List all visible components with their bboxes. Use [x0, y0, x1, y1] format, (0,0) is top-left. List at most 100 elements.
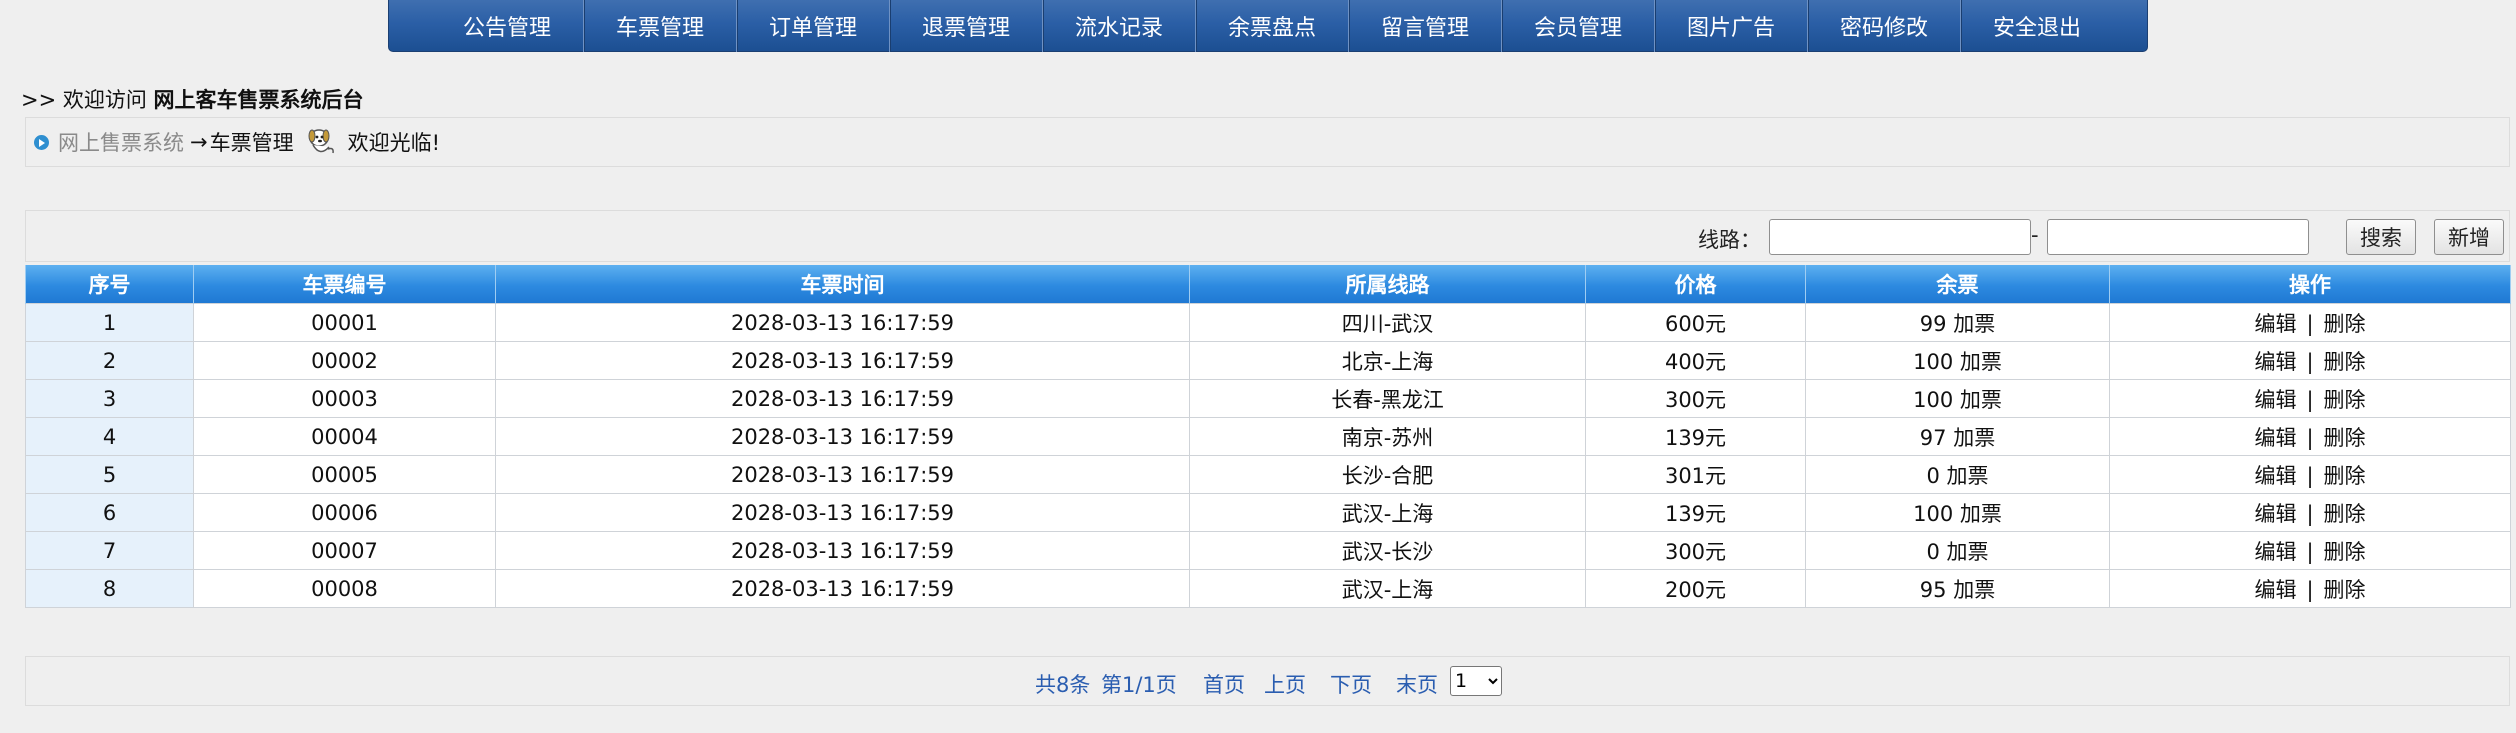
- nav-item[interactable]: 密码修改: [1808, 0, 1961, 52]
- breadcrumb-system-link[interactable]: 网上售票系统: [58, 127, 184, 157]
- edit-link[interactable]: 编辑: [2254, 502, 2296, 526]
- cell-price: 400元: [1585, 341, 1806, 380]
- add-button[interactable]: 新增: [2434, 219, 2504, 255]
- nav-item[interactable]: 公告管理: [431, 0, 584, 52]
- dog-icon: [304, 125, 338, 159]
- cell-no: 5: [25, 455, 194, 494]
- column-header: 操作: [2109, 265, 2511, 304]
- action-separator: |: [2306, 349, 2314, 374]
- edit-link[interactable]: 编辑: [2254, 464, 2296, 488]
- delete-link[interactable]: 删除: [2324, 426, 2366, 450]
- route-dash: -: [2031, 223, 2039, 247]
- page-indicator: 第1/1页: [1101, 673, 1177, 697]
- delete-link[interactable]: 删除: [2324, 578, 2366, 602]
- cell-time: 2028-03-13 16:17:59: [495, 417, 1190, 456]
- delete-link[interactable]: 删除: [2324, 388, 2366, 412]
- edit-link[interactable]: 编辑: [2254, 388, 2296, 412]
- table-row: 6 00006 2028-03-13 16:17:59 武汉-上海 139元 100 加票…: [25, 493, 2511, 532]
- cell-route: 四川-武汉: [1189, 303, 1586, 342]
- cell-time: 2028-03-13 16:17:59: [495, 531, 1190, 570]
- cell-time: 2028-03-13 16:17:59: [495, 379, 1190, 418]
- cell-no: 6: [25, 493, 194, 532]
- cell-route: 长春-黑龙江: [1189, 379, 1586, 418]
- ticket-table: 序号 车票编号 车票时间 所属线路 价格 余票 操作 1 00001 2028-03-13 16…: [25, 265, 2511, 608]
- action-separator: |: [2306, 387, 2314, 412]
- cell-route: 武汉-长沙: [1189, 531, 1586, 570]
- last-page-link[interactable]: 末页: [1396, 669, 1438, 699]
- cell-route: 南京-苏州: [1189, 417, 1586, 456]
- column-header: 余票: [1805, 265, 2110, 304]
- table-row: 8 00008 2028-03-13 16:17:59 武汉-上海 200元 95 加票编…: [25, 569, 2511, 608]
- nav-item[interactable]: 流水记录: [1043, 0, 1196, 52]
- delete-link[interactable]: 删除: [2324, 312, 2366, 336]
- cell-code: 00001: [193, 303, 496, 342]
- action-separator: |: [2306, 501, 2314, 526]
- delete-link[interactable]: 删除: [2324, 540, 2366, 564]
- cell-code: 00002: [193, 341, 496, 380]
- table-row: 5 00005 2028-03-13 16:17:59 长沙-合肥 301元 0 加票 编辑…: [25, 455, 2511, 494]
- nav-item[interactable]: 车票管理: [584, 0, 737, 52]
- cell-price: 139元: [1585, 493, 1806, 532]
- column-header: 车票时间: [495, 265, 1190, 304]
- cell-no: 7: [25, 531, 194, 570]
- cell-time: 2028-03-13 16:17:59: [495, 341, 1190, 380]
- table-row: 7 00007 2028-03-13 16:17:59 武汉-长沙 300元 0 加票 编辑…: [25, 531, 2511, 570]
- page-select[interactable]: 1: [1450, 666, 1502, 696]
- route-label: 线路：: [1698, 228, 1761, 252]
- delete-link[interactable]: 删除: [2324, 502, 2366, 526]
- system-title: 网上客车售票系统后台: [153, 88, 364, 112]
- search-button[interactable]: 搜索: [2346, 219, 2416, 255]
- cell-code: 00004: [193, 417, 496, 456]
- cell-remain: 95 加票: [1805, 569, 2110, 608]
- cell-remain: 0 加票: [1805, 455, 2110, 494]
- cell-no: 4: [25, 417, 194, 456]
- table-row: 1 00001 2028-03-13 16:17:59 四川-武汉 600元 99 加票编…: [25, 303, 2511, 342]
- next-page-link[interactable]: 下页: [1330, 669, 1372, 699]
- cell-price: 139元: [1585, 417, 1806, 456]
- action-separator: |: [2306, 577, 2314, 602]
- table-header-row: 序号 车票编号 车票时间 所属线路 价格 余票 操作: [25, 265, 2511, 304]
- table-row: 4 00004 2028-03-13 16:17:59 南京-苏州 139元 97 加票编…: [25, 417, 2511, 456]
- action-separator: |: [2306, 539, 2314, 564]
- column-header: 所属线路: [1189, 265, 1586, 304]
- cell-price: 300元: [1585, 531, 1806, 570]
- column-header: 价格: [1585, 265, 1806, 304]
- cell-actions: 编辑 | 删除: [2109, 531, 2511, 570]
- cell-remain: 97 加票: [1805, 417, 2110, 456]
- cell-actions: 编辑 | 删除: [2109, 455, 2511, 494]
- cell-actions: 编辑 | 删除: [2109, 493, 2511, 532]
- cell-route: 长沙-合肥: [1189, 455, 1586, 494]
- nav-item[interactable]: 安全退出: [1961, 0, 2113, 52]
- delete-link[interactable]: 删除: [2324, 350, 2366, 374]
- search-bar: 线路： - 搜索 新增: [25, 210, 2510, 262]
- cell-actions: 编辑 | 删除: [2109, 341, 2511, 380]
- nav-item[interactable]: 退票管理: [890, 0, 1043, 52]
- top-nav: 公告管理 车票管理 订单管理 退票管理 流水记录 余票盘点 留言管理 会员管理 图片广告 密码修改…: [388, 0, 2148, 52]
- edit-link[interactable]: 编辑: [2254, 578, 2296, 602]
- cell-time: 2028-03-13 16:17:59: [495, 303, 1190, 342]
- route-from-input[interactable]: [1769, 219, 2031, 255]
- column-header: 序号: [25, 265, 194, 304]
- cell-remain: 100 加票: [1805, 341, 2110, 380]
- delete-link[interactable]: 删除: [2324, 464, 2366, 488]
- action-separator: |: [2306, 463, 2314, 488]
- edit-link[interactable]: 编辑: [2254, 426, 2296, 450]
- breadcrumb-current: 车票管理: [209, 131, 294, 155]
- nav-item[interactable]: 图片广告: [1655, 0, 1808, 52]
- edit-link[interactable]: 编辑: [2254, 312, 2296, 336]
- nav-item[interactable]: 会员管理: [1502, 0, 1655, 52]
- prev-page-link[interactable]: 上页: [1264, 669, 1306, 699]
- nav-item[interactable]: 留言管理: [1349, 0, 1502, 52]
- edit-link[interactable]: 编辑: [2254, 540, 2296, 564]
- first-page-link[interactable]: 首页: [1203, 669, 1245, 699]
- nav-item[interactable]: 余票盘点: [1196, 0, 1349, 52]
- action-separator: |: [2306, 425, 2314, 450]
- cell-code: 00006: [193, 493, 496, 532]
- cell-actions: 编辑 | 删除: [2109, 417, 2511, 456]
- nav-item[interactable]: 订单管理: [737, 0, 890, 52]
- table-row: 3 00003 2028-03-13 16:17:59 长春-黑龙江 300元 100 加…: [25, 379, 2511, 418]
- cell-remain: 100 加票: [1805, 493, 2110, 532]
- edit-link[interactable]: 编辑: [2254, 350, 2296, 374]
- route-to-input[interactable]: [2047, 219, 2309, 255]
- column-header: 车票编号: [193, 265, 496, 304]
